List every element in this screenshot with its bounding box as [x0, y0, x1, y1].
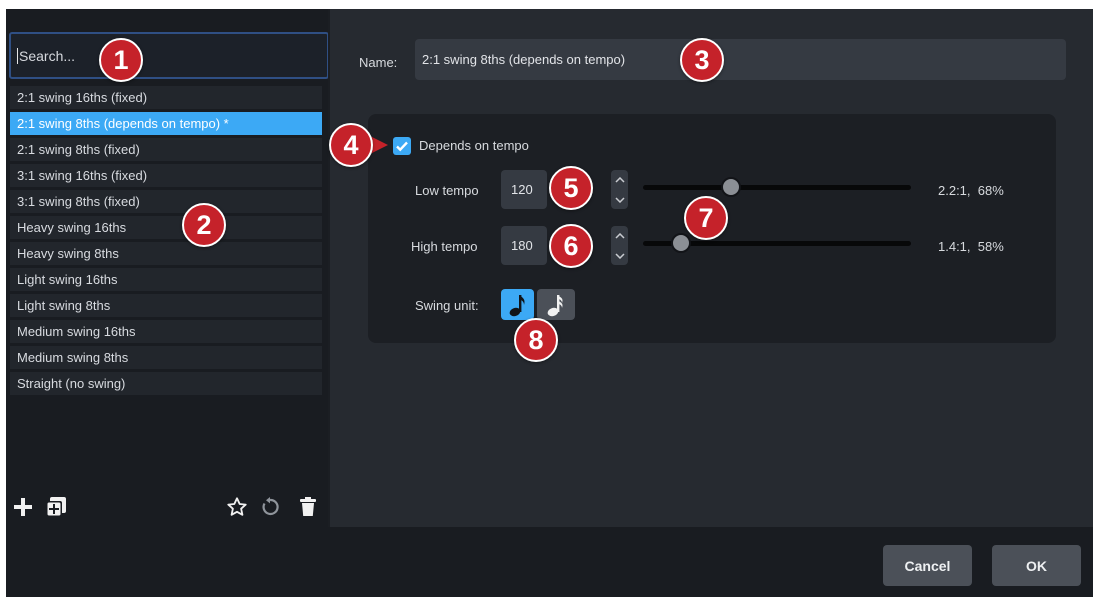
- cancel-button[interactable]: Cancel: [883, 545, 972, 586]
- list-item[interactable]: 2:1 swing 8ths (depends on tempo) *: [10, 112, 322, 135]
- high-tempo-ratio: 1.4:1, 58%: [938, 239, 1004, 254]
- swing-list-sidebar: Search... 2:1 swing 16ths (fixed) 2:1 swi…: [6, 9, 329, 527]
- callout-marker-1: 1: [99, 38, 143, 82]
- name-field[interactable]: 2:1 swing 8ths (depends on tempo): [415, 39, 1066, 80]
- name-label: Name:: [359, 55, 398, 70]
- search-input[interactable]: Search...: [9, 32, 329, 79]
- high-tempo-stepper[interactable]: [611, 226, 628, 265]
- ok-button[interactable]: OK: [992, 545, 1081, 586]
- callout-marker-3: 3: [680, 38, 724, 82]
- depends-on-tempo-checkbox[interactable]: [393, 137, 411, 155]
- depends-on-tempo-label: Depends on tempo: [419, 138, 529, 153]
- chevron-up-icon[interactable]: [611, 226, 628, 245]
- low-tempo-label: Low tempo: [415, 183, 479, 198]
- add-icon[interactable]: [12, 496, 34, 518]
- callout-marker-7: 7: [684, 196, 728, 240]
- sixteenth-note-icon: [547, 294, 563, 316]
- list-item[interactable]: 3:1 swing 16ths (fixed): [10, 164, 322, 187]
- high-tempo-input[interactable]: 180: [501, 226, 547, 265]
- chevron-down-icon[interactable]: [611, 190, 628, 209]
- low-tempo-input[interactable]: 120: [501, 170, 547, 209]
- duplicate-icon[interactable]: [44, 496, 68, 518]
- sixteenth-note-button[interactable]: [537, 289, 575, 320]
- list-item[interactable]: Heavy swing 16ths: [10, 216, 322, 239]
- search-placeholder: Search...: [19, 47, 76, 64]
- low-tempo-slider[interactable]: [643, 185, 911, 190]
- list-item[interactable]: 2:1 swing 16ths (fixed): [10, 86, 322, 109]
- low-tempo-stepper[interactable]: [611, 170, 628, 209]
- list-item[interactable]: 2:1 swing 8ths (fixed): [10, 138, 322, 161]
- checkmark-icon: [396, 141, 408, 152]
- panel-divider: [328, 9, 330, 527]
- callout-marker-6: 6: [549, 224, 593, 268]
- trash-icon[interactable]: [297, 496, 319, 518]
- swing-playback-dialog: Search... 2:1 swing 16ths (fixed) 2:1 swi…: [6, 9, 1093, 597]
- text-caret: [17, 47, 18, 64]
- list-item[interactable]: Light swing 16ths: [10, 268, 322, 291]
- chevron-down-icon[interactable]: [611, 246, 628, 265]
- callout-marker-8: 8: [514, 318, 558, 362]
- callout-marker-2: 2: [182, 203, 226, 247]
- star-icon[interactable]: [225, 496, 249, 518]
- high-tempo-slider-thumb[interactable]: [670, 233, 691, 253]
- list-item[interactable]: Medium swing 8ths: [10, 346, 322, 369]
- list-item[interactable]: Heavy swing 8ths: [10, 242, 322, 265]
- swing-unit-label: Swing unit:: [415, 298, 479, 313]
- callout-marker-4: 4: [329, 123, 373, 167]
- list-item[interactable]: Medium swing 16ths: [10, 320, 322, 343]
- list-toolbar: [6, 494, 328, 527]
- list-item[interactable]: 3:1 swing 8ths (fixed): [10, 190, 322, 213]
- eighth-note-icon: [509, 294, 525, 316]
- chevron-up-icon[interactable]: [611, 170, 628, 189]
- high-tempo-label: High tempo: [411, 239, 478, 254]
- eighth-note-button[interactable]: [501, 289, 534, 320]
- list-item[interactable]: Light swing 8ths: [10, 294, 322, 317]
- swing-preset-list: 2:1 swing 16ths (fixed) 2:1 swing 8ths (d…: [10, 86, 322, 398]
- callout-marker-5: 5: [549, 166, 593, 210]
- low-tempo-ratio: 2.2:1, 68%: [938, 183, 1004, 198]
- revert-icon[interactable]: [259, 496, 281, 518]
- list-item[interactable]: Straight (no swing): [10, 372, 322, 395]
